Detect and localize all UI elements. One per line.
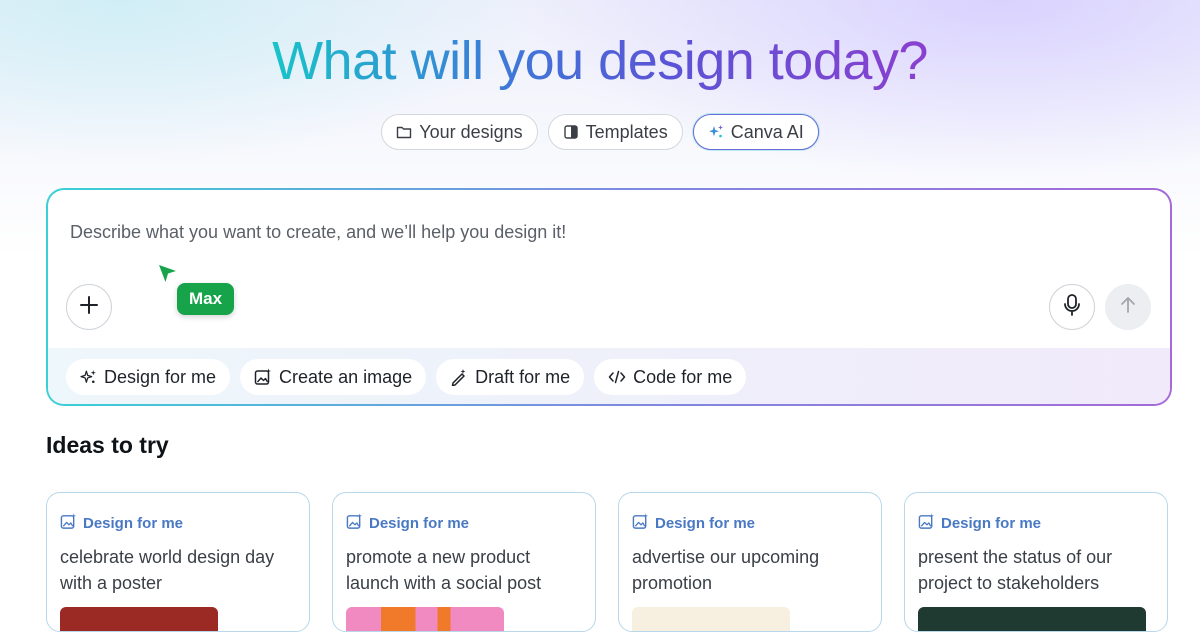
idea-text: celebrate world design day with a poster — [60, 547, 275, 593]
magic-pen-icon — [450, 368, 468, 386]
code-for-me-button[interactable]: Code for me — [594, 359, 747, 395]
idea-thumbnail — [60, 607, 218, 631]
chip-label: Code for me — [633, 366, 733, 387]
sparkle-icon — [80, 369, 97, 386]
tab-your-designs[interactable]: Your designs — [381, 114, 538, 150]
ideas-section-title: Ideas to try — [46, 432, 169, 458]
code-icon — [608, 369, 626, 385]
tab-templates[interactable]: Templates — [547, 114, 683, 150]
idea-tag-label: Design for me — [655, 515, 756, 532]
arrow-up-icon — [1118, 295, 1138, 320]
folder-icon — [396, 124, 412, 140]
idea-thumbnail — [918, 607, 1146, 631]
idea-tag: Design for me — [346, 513, 582, 534]
image-sparkle-icon — [918, 513, 935, 534]
image-sparkle-icon — [254, 368, 272, 386]
microphone-button[interactable] — [1049, 284, 1095, 330]
add-button[interactable] — [66, 284, 112, 330]
idea-card[interactable]: Design for me promote a new product laun… — [332, 492, 596, 632]
chip-label: Design for me — [104, 366, 217, 387]
image-sparkle-icon — [346, 513, 363, 534]
idea-tag-label: Design for me — [83, 515, 184, 532]
ai-prompt-inner[interactable]: Describe what you want to create, and we… — [48, 190, 1170, 404]
prompt-input[interactable]: Describe what you want to create, and we… — [70, 222, 566, 243]
ideas-list: Design for me celebrate world design day… — [46, 492, 1168, 632]
tab-label: Your designs — [419, 121, 523, 142]
chip-label: Draft for me — [475, 366, 571, 387]
page-title: What will you design today? — [272, 31, 928, 91]
idea-text: present the status of our project to sta… — [918, 547, 1113, 593]
send-button[interactable] — [1105, 284, 1151, 330]
collaborator-label: Max — [177, 283, 235, 315]
idea-thumbnail — [346, 607, 504, 631]
chip-label: Create an image — [279, 366, 413, 387]
collaborator-cursor-icon — [158, 264, 178, 289]
tab-canva-ai[interactable]: Canva AI — [692, 114, 819, 150]
image-sparkle-icon — [632, 513, 649, 534]
idea-tag: Design for me — [632, 513, 868, 534]
design-for-me-button[interactable]: Design for me — [66, 359, 231, 395]
draft-for-me-button[interactable]: Draft for me — [436, 359, 585, 395]
plus-icon — [78, 294, 100, 321]
idea-card[interactable]: Design for me present the status of our … — [904, 492, 1168, 632]
idea-text: advertise our upcoming promotion — [632, 547, 820, 593]
idea-tag: Design for me — [60, 513, 296, 534]
idea-text: promote a new product launch with a soci… — [346, 547, 542, 593]
template-icon — [563, 124, 579, 140]
microphone-icon — [1061, 293, 1083, 322]
idea-tag-label: Design for me — [369, 515, 470, 532]
idea-tag-label: Design for me — [941, 515, 1042, 532]
image-sparkle-icon — [60, 513, 77, 534]
idea-tag: Design for me — [918, 513, 1154, 534]
create-an-image-button[interactable]: Create an image — [240, 359, 427, 395]
tab-label: Canva AI — [730, 121, 804, 142]
sparkle-icon — [708, 124, 724, 140]
tab-label: Templates — [585, 121, 668, 142]
idea-thumbnail — [632, 607, 790, 631]
ai-prompt-box: Describe what you want to create, and we… — [46, 188, 1172, 406]
idea-card[interactable]: Design for me advertise our upcoming pro… — [618, 492, 882, 632]
mode-tabs: Your designs Templates Canva AI — [0, 114, 1200, 150]
idea-card[interactable]: Design for me celebrate world design day… — [46, 492, 310, 632]
ai-action-bar: Design for me Create an image Draft for … — [48, 348, 1170, 404]
